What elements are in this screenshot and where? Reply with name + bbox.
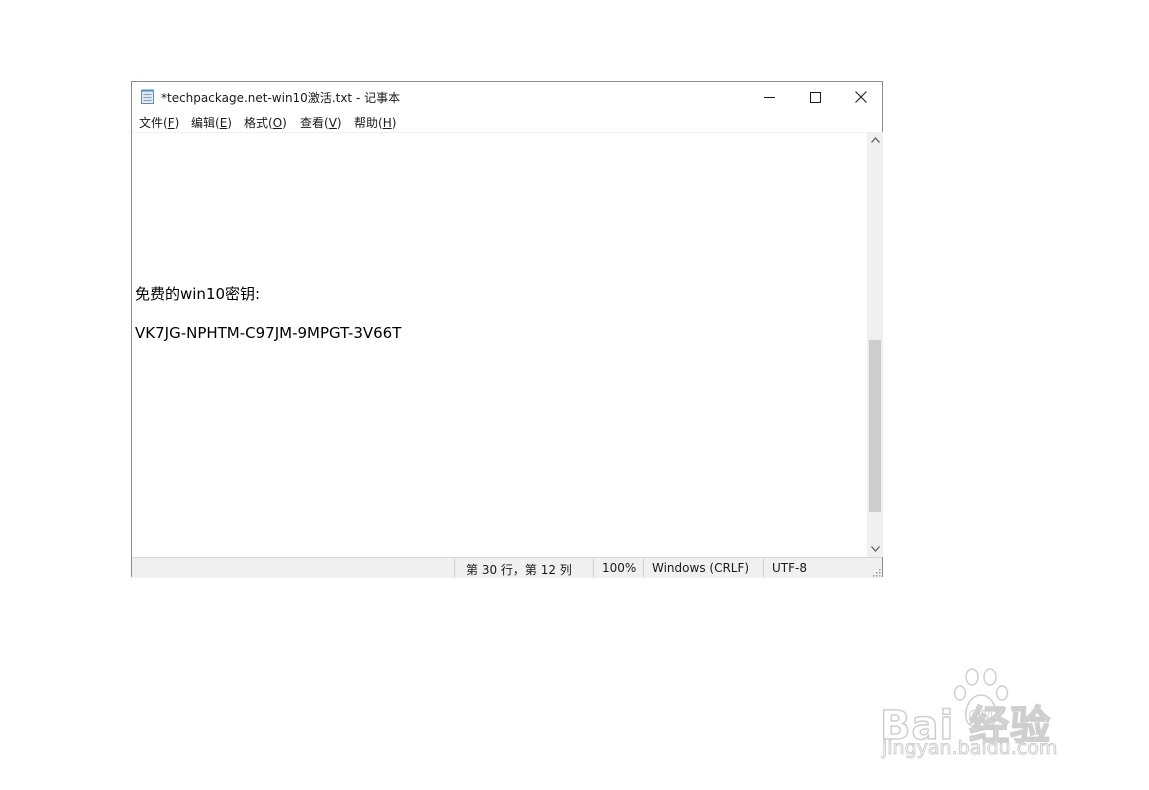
status-line-ending: Windows (CRLF) [652, 561, 750, 575]
close-icon [855, 91, 867, 103]
status-bar: 第 30 行，第 12 列 100% Windows (CRLF) UTF-8 [132, 557, 882, 578]
notepad-icon [141, 89, 154, 104]
menu-view[interactable]: 查看(V) [300, 114, 342, 131]
status-divider [454, 559, 455, 577]
text-editor-area[interactable]: 免费的win10密钥: VK7JG-NPHTM-C97JM-9MPGT-3V66… [132, 132, 867, 558]
menu-bar: 文件(F) 编辑(E) 格式(O) 查看(V) 帮助(H) [132, 112, 882, 132]
status-cursor-position: 第 30 行，第 12 列 [466, 563, 572, 577]
minimize-button[interactable] [746, 82, 792, 112]
status-divider [643, 559, 644, 577]
resize-grip-icon[interactable] [871, 567, 881, 577]
editor-line: 免费的win10密钥: [135, 285, 261, 303]
chevron-down-icon [870, 546, 880, 552]
title-bar[interactable]: *techpackage.net-win10激活.txt - 记事本 [132, 82, 882, 112]
vertical-scrollbar[interactable] [867, 132, 883, 557]
menu-help[interactable]: 帮助(H) [354, 114, 396, 131]
scroll-down-button[interactable] [867, 541, 883, 557]
menu-edit[interactable]: 编辑(E) [191, 114, 232, 131]
minimize-icon [763, 96, 775, 98]
menu-format[interactable]: 格式(O) [244, 114, 287, 131]
baidu-jingyan-watermark: du Bai 经验 jingyan.baidu.com [879, 665, 1090, 765]
watermark-url: jingyan.baidu.com [881, 737, 1058, 760]
notepad-window: *techpackage.net-win10激活.txt - 记事本 文件(F)… [131, 81, 883, 578]
scroll-up-button[interactable] [867, 132, 883, 148]
editor-line: VK7JG-NPHTM-C97JM-9MPGT-3V66T [135, 324, 402, 342]
scroll-thumb[interactable] [869, 340, 881, 512]
status-divider [593, 559, 594, 577]
menu-file[interactable]: 文件(F) [139, 114, 179, 131]
status-zoom: 100% [602, 561, 637, 575]
window-title: *techpackage.net-win10激活.txt - 记事本 [161, 91, 401, 105]
close-button[interactable] [838, 82, 884, 112]
status-encoding: UTF-8 [772, 561, 807, 575]
chevron-up-icon [870, 137, 880, 143]
maximize-button[interactable] [792, 82, 838, 112]
status-divider [763, 559, 764, 577]
maximize-icon [809, 91, 821, 103]
